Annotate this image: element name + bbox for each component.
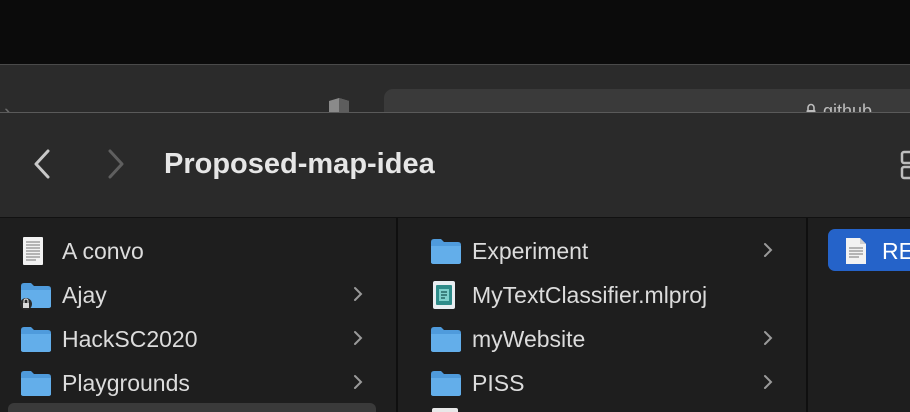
partial-document-icon [432,408,458,412]
chevron-right-icon [764,243,773,257]
chevron-right-icon [354,375,363,389]
folder-icon [21,327,51,352]
top-strip [0,0,910,64]
list-item-label: Ajay [62,282,107,308]
column-3: RE [808,218,910,412]
folder-icon [431,371,461,396]
mlproj-icon [433,281,455,309]
background-window-toolbar: › github. [0,64,910,129]
chevron-right-icon [354,287,363,301]
list-item-label: Playgrounds [62,370,190,396]
selected-file-label: RE [882,238,910,264]
list-item-label: HackSC2020 [62,326,198,352]
view-options-icon[interactable] [900,149,910,181]
list-item-label: A convo [62,238,144,264]
document-icon [846,238,866,264]
column-2: Experiment MyTextClassifier.mlproj myWeb… [398,218,808,412]
selected-file-item[interactable]: RE [828,229,910,271]
list-item-mywebsite[interactable]: myWebsite [398,316,806,360]
list-item-ajay[interactable]: Ajay [0,272,396,316]
list-item-mytextclassifier[interactable]: MyTextClassifier.mlproj [398,272,806,316]
finder-window: Proposed-map-idea A convo Ajay HackSC202… [0,112,910,412]
screen: › github. Proposed-map-idea [0,0,910,412]
list-item-hacksc2020[interactable]: HackSC2020 [0,316,396,360]
list-item-label: Experiment [472,238,589,264]
list-item-piss[interactable]: PISS [398,360,806,404]
document-icon [23,237,43,265]
folder-icon [431,327,461,352]
partial-row-highlight [8,403,376,412]
folder-icon [21,371,51,396]
back-chevron-icon[interactable] [30,147,56,181]
window-title: Proposed-map-idea [164,148,435,180]
locked-folder-icon [20,283,51,310]
list-item-playgrounds[interactable]: Playgrounds [0,360,396,404]
chevron-right-icon [354,331,363,345]
list-item-label: MyTextClassifier.mlproj [472,282,708,308]
chevron-right-icon [764,331,773,345]
column-1: A convo Ajay HackSC2020 Playgrounds [0,218,398,412]
forward-chevron-icon[interactable] [102,147,128,181]
list-item-label: myWebsite [472,326,586,352]
chevron-right-icon [764,375,773,389]
list-item-experiment[interactable]: Experiment [398,228,806,272]
list-item-label: PISS [472,370,525,396]
folder-icon [431,239,461,264]
list-item-a-convo[interactable]: A convo [0,228,396,272]
finder-toolbar: Proposed-map-idea [0,113,910,218]
